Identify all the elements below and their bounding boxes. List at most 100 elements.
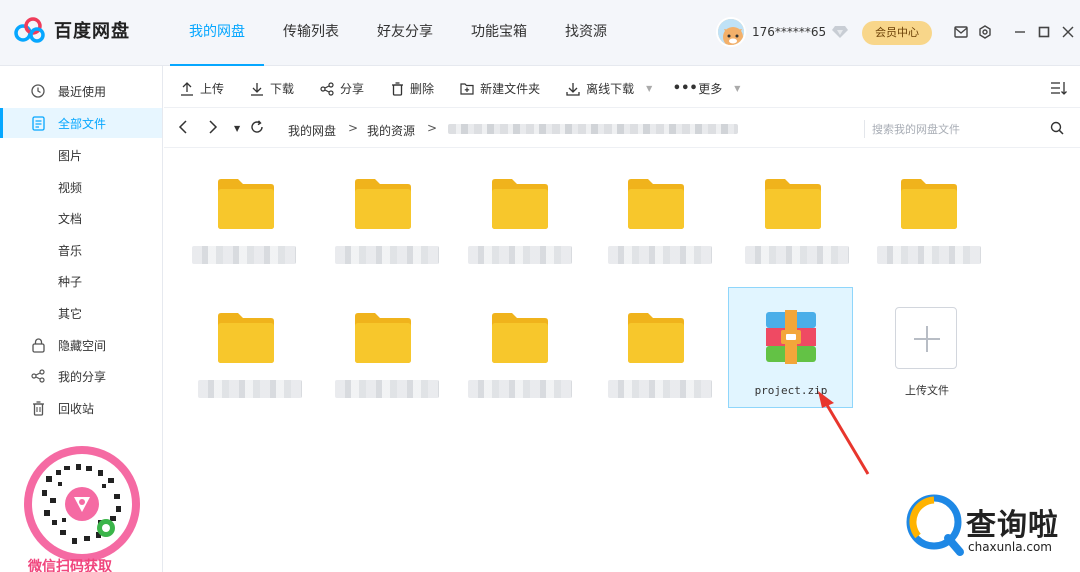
breadcrumb-separator-icon: >: [348, 121, 359, 135]
file-name-blurred: [335, 380, 439, 398]
forward-icon[interactable]: [208, 120, 218, 138]
sidebar-item-label: 最近使用: [58, 84, 107, 99]
sidebar-item-documents[interactable]: 文档: [0, 203, 162, 233]
sort-icon[interactable]: [1050, 81, 1068, 98]
folder-item[interactable]: [321, 150, 445, 270]
sidebar-item-recycle-bin[interactable]: 回收站: [0, 393, 162, 423]
trash-icon: [390, 81, 404, 96]
qr-code-promo[interactable]: [24, 446, 140, 562]
file-name-blurred: [468, 246, 572, 264]
history-dropdown-icon[interactable]: ▼: [234, 124, 240, 133]
lock-icon: [30, 337, 46, 353]
tab-friend-share[interactable]: 好友分享: [358, 0, 452, 66]
refresh-icon[interactable]: [250, 120, 264, 138]
tab-my-drive[interactable]: 我的网盘: [170, 0, 264, 66]
folder-item[interactable]: [867, 150, 991, 270]
maximize-icon[interactable]: [1034, 22, 1054, 42]
clock-icon: [30, 83, 46, 99]
file-name-blurred: [608, 246, 712, 264]
delete-button[interactable]: 删除: [390, 80, 434, 97]
sidebar-item-label: 我的分享: [58, 369, 107, 384]
sidebar-item-my-shares[interactable]: 我的分享: [0, 361, 162, 391]
app-logo[interactable]: 百度网盘: [14, 16, 130, 44]
offline-download-icon: [566, 82, 580, 96]
tab-find-resources[interactable]: 找资源: [546, 0, 626, 66]
sidebar-item-other[interactable]: 其它: [0, 298, 162, 328]
folder-item[interactable]: [458, 150, 582, 270]
tab-toolbox[interactable]: 功能宝箱: [452, 0, 546, 66]
cloud-logo-icon: [14, 17, 45, 43]
breadcrumb-my-resources[interactable]: 我的资源: [367, 122, 415, 139]
share-icon: [30, 368, 46, 384]
folder-item[interactable]: [594, 284, 718, 404]
new-folder-label: 新建文件夹: [480, 82, 541, 96]
folder-item[interactable]: [184, 284, 308, 404]
share-button[interactable]: 分享: [320, 80, 364, 97]
folder-item[interactable]: [184, 150, 308, 270]
app-name: 百度网盘: [54, 21, 130, 42]
sidebar-item-label: 回收站: [58, 401, 95, 416]
sidebar-item-label: 文档: [58, 211, 83, 226]
folder-item[interactable]: [594, 150, 718, 270]
qr-code: [32, 454, 132, 554]
divider: [864, 120, 865, 138]
file-name-blurred: [608, 380, 712, 398]
top-header: 百度网盘 我的网盘 传输列表 好友分享 功能宝箱 找资源 176******65…: [0, 0, 1080, 66]
download-label: 下载: [270, 82, 295, 96]
mail-icon[interactable]: [951, 22, 971, 42]
upload-file-label: 上传文件: [905, 384, 949, 397]
watermark-url: chaxunla.com: [968, 540, 1052, 554]
qr-caption: 微信扫码获取: [28, 559, 112, 572]
ellipsis-icon: •••: [672, 81, 698, 96]
file-name-blurred: [745, 246, 849, 264]
user-info[interactable]: 176******65: [716, 17, 849, 47]
sidebar-item-videos[interactable]: 视频: [0, 172, 162, 202]
sidebar-item-music[interactable]: 音乐: [0, 235, 162, 265]
sidebar-item-label: 音乐: [58, 243, 83, 258]
offline-download-button[interactable]: 离线下载 ▼: [566, 80, 652, 97]
search-icon[interactable]: [1050, 121, 1066, 137]
sidebar-item-label: 隐藏空间: [58, 338, 107, 353]
download-button[interactable]: 下载: [250, 80, 294, 97]
back-icon[interactable]: [178, 120, 188, 138]
folder-icon: [218, 179, 274, 229]
sidebar-item-torrents[interactable]: 种子: [0, 266, 162, 296]
upload-icon: [180, 81, 194, 96]
close-icon[interactable]: [1058, 22, 1078, 42]
sidebar-item-hidden-space[interactable]: 隐藏空间: [0, 330, 162, 360]
trash-icon: [30, 400, 46, 416]
search-input[interactable]: [872, 118, 1042, 140]
gear-icon[interactable]: [975, 22, 995, 42]
minimize-icon[interactable]: [1010, 22, 1030, 42]
folder-item[interactable]: [458, 284, 582, 404]
path-bar: ▼ 我的网盘 > 我的资源 >: [164, 110, 1080, 148]
sidebar-item-label: 图片: [58, 148, 83, 163]
sidebar-item-recent[interactable]: 最近使用: [0, 76, 162, 106]
folder-icon: [355, 179, 411, 229]
chevron-down-icon: ▼: [646, 84, 653, 93]
sidebar-item-all-files[interactable]: 全部文件: [0, 108, 162, 138]
tab-transfers[interactable]: 传输列表: [264, 0, 358, 66]
vip-center-button[interactable]: 会员中心: [862, 21, 932, 45]
sidebar-item-images[interactable]: 图片: [0, 140, 162, 170]
red-arrow-annotation: [818, 391, 870, 475]
watermark: 查询啦 chaxunla.com: [904, 490, 1080, 572]
toolbar: 上传 下载 分享 删除 新建文件夹 离线下载 ▼ ••• 更多 ▼: [164, 70, 1080, 108]
folder-item[interactable]: [321, 284, 445, 404]
more-button[interactable]: ••• 更多 ▼: [672, 80, 741, 97]
avatar[interactable]: [716, 17, 746, 47]
upload-file-tile[interactable]: [895, 307, 957, 369]
breadcrumb-my-drive[interactable]: 我的网盘: [288, 122, 336, 139]
folder-icon: [901, 179, 957, 229]
folder-icon: [355, 313, 411, 363]
folder-item[interactable]: [731, 150, 855, 270]
delete-label: 删除: [410, 82, 435, 96]
folder-icon: [628, 313, 684, 363]
breadcrumb-separator-icon: >: [427, 121, 438, 135]
new-folder-button[interactable]: 新建文件夹: [460, 80, 540, 97]
file-name-blurred: [198, 380, 302, 398]
magnifier-logo-icon: [906, 494, 964, 556]
upload-button[interactable]: 上传: [180, 80, 224, 97]
diamond-icon[interactable]: [832, 25, 849, 39]
share-label: 分享: [340, 82, 365, 96]
